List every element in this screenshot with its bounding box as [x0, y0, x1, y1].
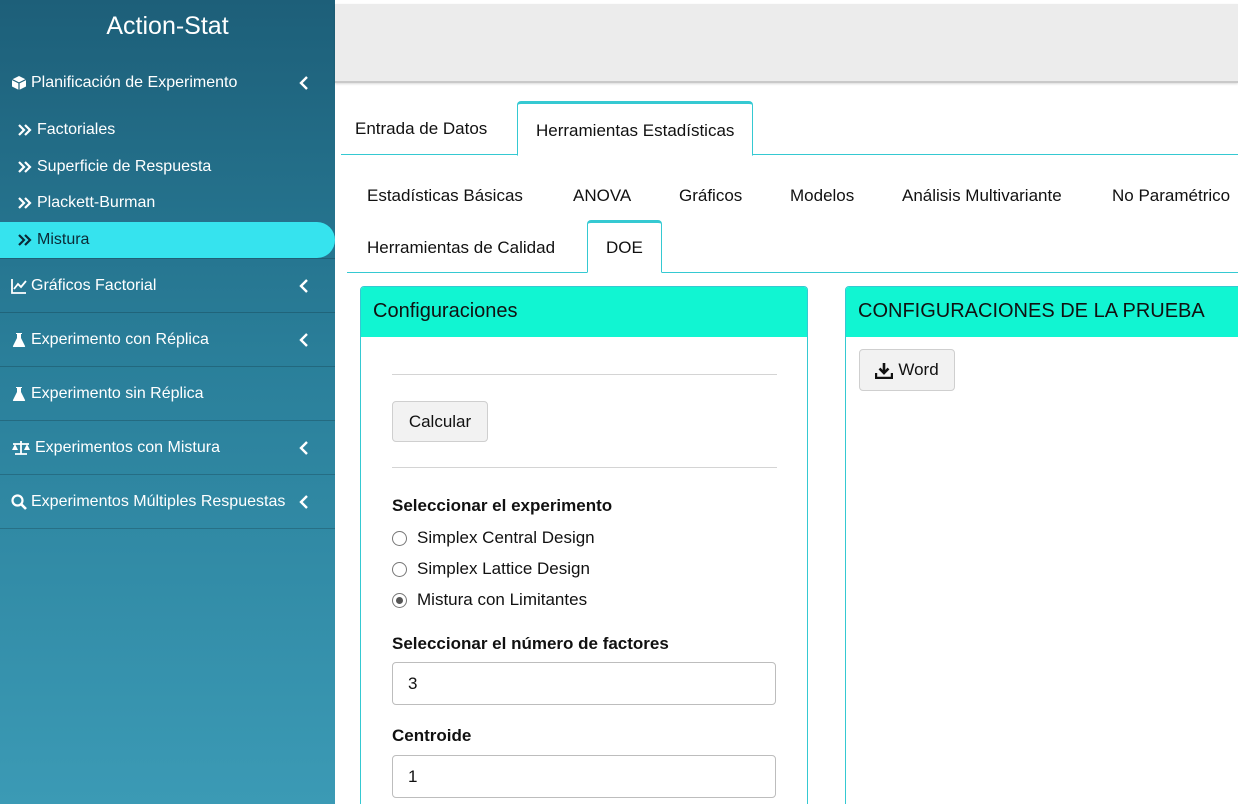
double-chevron-right-icon: [17, 196, 33, 210]
sidebar-item-experimento-replica[interactable]: Experimento con Réplica: [0, 313, 335, 367]
flask-icon: [10, 331, 27, 348]
tab-anova[interactable]: ANOVA: [553, 170, 651, 222]
radio-label: Simplex Central Design: [417, 528, 595, 547]
radio-label: Mistura con Limitantes: [417, 590, 588, 609]
sidebar-item-multiples-respuestas[interactable]: Experimentos Múltiples Respuestas: [0, 475, 335, 529]
double-chevron-right-icon: [17, 233, 33, 247]
word-button-label: Word: [898, 360, 939, 379]
sidebar-item-label: Experimentos con Mistura: [35, 438, 220, 456]
centroid-input[interactable]: 1: [392, 755, 776, 798]
search-icon: [10, 493, 27, 510]
sidebar-item-planificacion[interactable]: Planificación de Experimento: [0, 54, 335, 112]
sidebar-item-experimento-sin-replica[interactable]: Experimento sin Réplica: [0, 367, 335, 421]
factors-label: Seleccionar el número de factores: [392, 634, 669, 653]
word-download-button[interactable]: Word: [859, 349, 955, 391]
sidebar-item-label: Experimento con Réplica: [31, 330, 209, 348]
config-panel-title: Configuraciones: [361, 287, 807, 337]
sidebar-item-graficos-factorial[interactable]: Gráficos Factorial: [0, 259, 335, 313]
sidebar-item-label: Gráficos Factorial: [31, 276, 157, 294]
tab-herramientas-calidad[interactable]: Herramientas de Calidad: [347, 222, 575, 274]
factors-input[interactable]: 3: [392, 662, 776, 705]
balance-scale-icon: [10, 439, 31, 456]
double-chevron-right-icon: [17, 160, 33, 174]
sidebar-subitem-mistura[interactable]: Mistura: [0, 221, 335, 258]
submenu-planificacion: Factoriales Superficie de Respuesta Plac…: [0, 112, 335, 259]
sidebar-subitem-label: Plackett-Burman: [37, 194, 156, 212]
calcular-button[interactable]: Calcular: [392, 401, 488, 442]
top-header: [335, 4, 1238, 83]
divider: [392, 467, 777, 468]
radio-simplex-central[interactable]: Simplex Central Design: [392, 528, 595, 548]
tab-entrada-datos[interactable]: Entrada de Datos: [341, 101, 501, 155]
sidebar-subitem-plackett[interactable]: Plackett-Burman: [0, 185, 335, 222]
sidebar-item-label: Experimento sin Réplica: [31, 384, 204, 402]
sidebar-item-label: Planificación de Experimento: [31, 74, 238, 91]
line-chart-icon: [10, 277, 27, 294]
radio-mistura-limitantes[interactable]: Mistura con Limitantes: [392, 590, 587, 610]
test-config-panel: CONFIGURACIONES DE LA PRUEBA Word: [845, 286, 1238, 804]
sidebar-subitem-factoriales[interactable]: Factoriales: [0, 112, 335, 149]
radio-button[interactable]: [392, 530, 407, 546]
chevron-left-icon: [299, 278, 309, 293]
centroid-label: Centroide: [392, 726, 472, 745]
divider: [392, 374, 777, 375]
double-chevron-right-icon: [17, 123, 33, 137]
sidebar-subitem-label: Mistura: [37, 230, 90, 248]
main-tabs: Entrada de Datos Herramientas Estadístic…: [341, 101, 1238, 156]
tab-estadisticas-basicas[interactable]: Estadísticas Básicas: [347, 170, 543, 222]
flask-icon: [10, 385, 27, 402]
test-config-panel-title: CONFIGURACIONES DE LA PRUEBA: [846, 287, 1238, 337]
radio-label: Simplex Lattice Design: [417, 559, 590, 578]
radio-button[interactable]: [392, 561, 407, 577]
chevron-left-icon: [299, 332, 309, 347]
cube-icon: [10, 75, 27, 92]
radio-button-checked[interactable]: [392, 592, 407, 608]
tab-analisis-multivariante[interactable]: Análisis Multivariante: [882, 170, 1082, 222]
tab-herramientas-estadisticas[interactable]: Herramientas Estadísticas: [517, 101, 754, 156]
app-title: Action-Stat: [106, 12, 229, 40]
sidebar-subitem-label: Superficie de Respuesta: [37, 157, 212, 175]
chevron-left-icon: [299, 76, 309, 90]
sidebar: Action-Stat Planificación de Experimento…: [0, 0, 335, 804]
tab-no-parametrico[interactable]: No Paramétrico: [1092, 170, 1230, 222]
radio-simplex-lattice[interactable]: Simplex Lattice Design: [392, 559, 590, 579]
tab-doe[interactable]: DOE: [587, 220, 662, 273]
download-icon: [875, 362, 894, 379]
chevron-left-icon: [299, 440, 309, 455]
experiment-label: Seleccionar el experimento: [392, 496, 613, 515]
chevron-left-icon: [299, 494, 309, 509]
sub-tabs: Estadísticas Básicas ANOVA Gráficos Mode…: [347, 170, 1238, 273]
tab-graficos[interactable]: Gráficos: [659, 170, 762, 222]
sidebar-subitem-label: Factoriales: [37, 121, 116, 139]
config-panel: Configuraciones Calcular Seleccionar el …: [360, 286, 808, 804]
tab-modelos[interactable]: Modelos: [770, 170, 874, 222]
sidebar-subitem-superficie[interactable]: Superficie de Respuesta: [0, 149, 335, 186]
sidebar-item-experimentos-mistura[interactable]: Experimentos con Mistura: [0, 421, 335, 475]
sidebar-item-label: Experimentos Múltiples Respuestas: [31, 492, 286, 510]
